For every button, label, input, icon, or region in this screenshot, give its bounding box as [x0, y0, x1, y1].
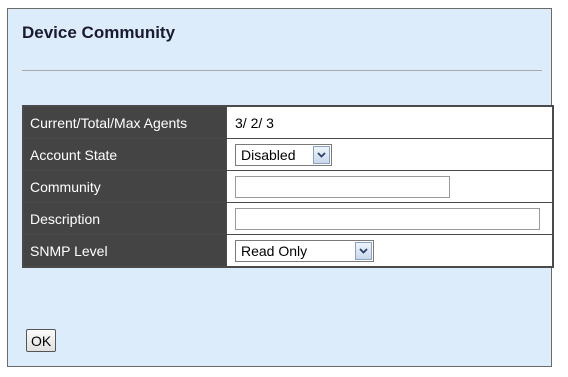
divider [22, 70, 542, 71]
ok-button[interactable]: OK [26, 329, 57, 352]
account-state-select[interactable]: Disabled [235, 143, 332, 166]
table-row: Current/Total/Max Agents 3/ 2/ 3 [22, 105, 554, 139]
account-state-selected: Disabled [241, 146, 296, 163]
page-title: Device Community [22, 23, 176, 42]
community-label: Community [22, 170, 227, 203]
table-row: Account State Disabled [22, 138, 554, 171]
description-label: Description [22, 202, 227, 235]
table-row: Description [22, 202, 554, 235]
snmp-level-selected: Read Only [241, 242, 308, 259]
account-state-label: Account State [22, 138, 227, 171]
description-input[interactable] [235, 207, 540, 230]
snmp-level-label: SNMP Level [22, 234, 227, 268]
chevron-down-icon[interactable] [313, 145, 330, 164]
table-row: Community [22, 170, 554, 203]
community-form-table: Current/Total/Max Agents 3/ 2/ 3 Account… [22, 105, 554, 268]
snmp-level-select[interactable]: Read Only [235, 239, 374, 262]
agents-value: 3/ 2/ 3 [226, 105, 554, 139]
chevron-down-icon[interactable] [355, 241, 372, 260]
agents-label: Current/Total/Max Agents [22, 105, 227, 139]
table-row: SNMP Level Read Only [22, 234, 554, 268]
community-input[interactable] [235, 175, 450, 198]
device-community-panel: Device Community Current/Total/Max Agent… [7, 8, 554, 367]
